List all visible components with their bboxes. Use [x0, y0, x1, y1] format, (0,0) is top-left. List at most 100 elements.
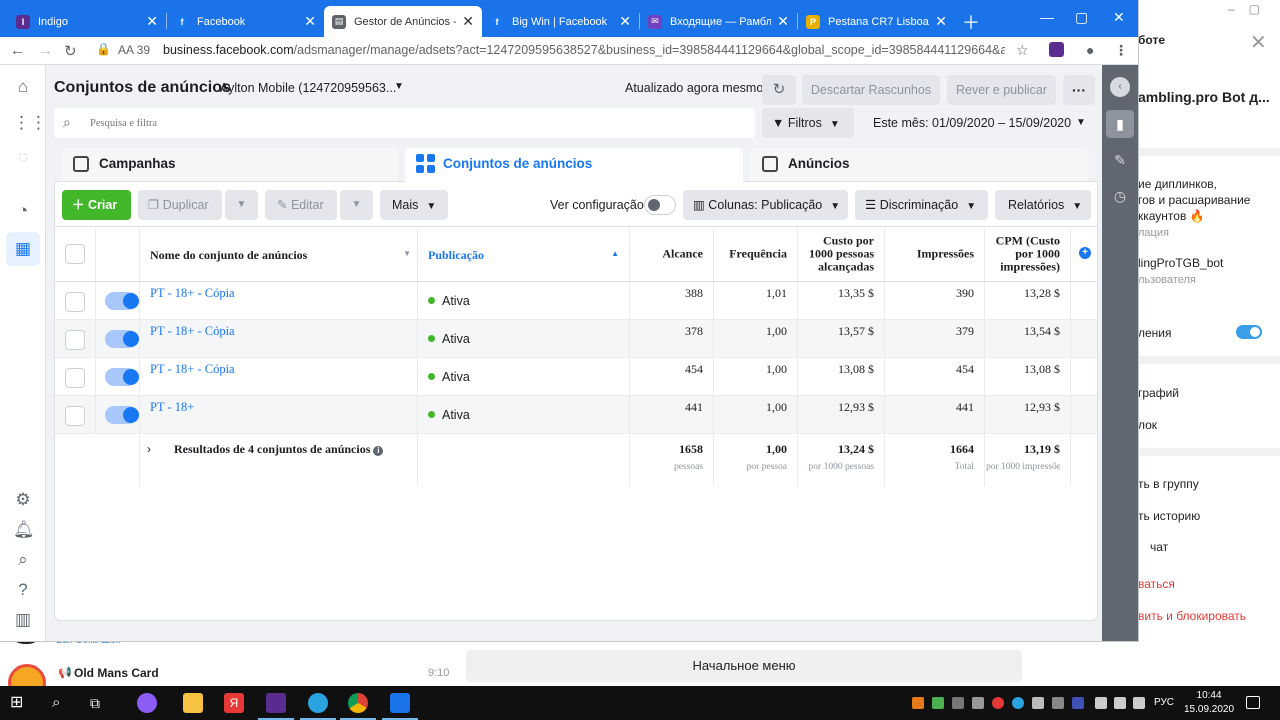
browser-tab[interactable]: I Indigo ✕	[8, 6, 166, 37]
bookmark-star-icon[interactable]: ☆	[1016, 42, 1029, 59]
tray-app-icon[interactable]	[952, 697, 964, 709]
tray-app-icon[interactable]	[972, 697, 984, 709]
windows-start-icon[interactable]: ⊞	[10, 693, 30, 713]
column-header-cost[interactable]: Custo por 1000 pessoas alcançadas	[798, 227, 885, 281]
notifications-toggle[interactable]	[1236, 325, 1262, 339]
chat-list-item[interactable]: Вы: Collb Шок 📢 Old Mans Card 9:10	[0, 628, 460, 702]
alice-assistant-icon[interactable]	[137, 693, 157, 713]
date-range-picker[interactable]: Este mês: 01/09/2020 – 15/09/2020	[873, 116, 1071, 130]
close-tab-icon[interactable]: ✕	[935, 13, 947, 30]
task-view-icon[interactable]: ⧉	[90, 693, 110, 713]
column-header-reach[interactable]: Alcance	[630, 227, 714, 281]
edit-button[interactable]: ✎ Editar	[265, 190, 337, 220]
yandex-browser-icon[interactable]: Я	[224, 693, 244, 713]
clock-icon[interactable]: ◷	[1110, 186, 1130, 206]
column-header-cpm[interactable]: CPM (Custo por 1000 impressões)	[985, 227, 1071, 281]
table-row[interactable]: PT - 18+ Ativa 441 1,00 12,93 $ 441 12,9…	[55, 396, 1097, 434]
close-tab-icon[interactable]: ✕	[462, 13, 474, 30]
tray-app-icon[interactable]	[932, 697, 944, 709]
menu-dots-icon[interactable]: ⋮	[1114, 42, 1128, 59]
dashboard-gauge-icon[interactable]: ◔	[13, 201, 33, 221]
new-tab-icon[interactable]: ＋	[962, 9, 980, 35]
ad-set-name-link[interactable]: PT - 18+ - Cópia	[150, 286, 235, 301]
input-language[interactable]: РУС	[1154, 697, 1174, 708]
clock[interactable]: 10:44 15.09.2020	[1184, 689, 1234, 717]
chrome-icon[interactable]	[340, 693, 376, 720]
site-info-label[interactable]: AA 39	[118, 43, 150, 57]
side-panel-icon[interactable]: ▥	[13, 610, 33, 630]
close-tab-icon[interactable]: ✕	[304, 13, 316, 30]
browser-tab[interactable]: P Pestana CR7 Lisboa ✕	[798, 6, 955, 37]
extension-icon[interactable]	[1049, 42, 1064, 57]
minimize-icon[interactable]: —	[1040, 9, 1054, 25]
chevron-down-icon[interactable]: ▼	[1076, 117, 1086, 128]
filters-button[interactable]: ▼ Filtros ▼	[762, 108, 854, 138]
start-menu-button[interactable]: Начальное меню	[466, 650, 1022, 682]
chevron-down-icon[interactable]: ▼	[394, 81, 404, 92]
app-icon[interactable]	[382, 693, 418, 720]
ad-set-name-link[interactable]: PT - 18+ - Cópia	[150, 324, 235, 339]
tray-app-icon[interactable]	[1032, 697, 1044, 709]
telegram-tray-icon[interactable]	[1012, 697, 1024, 709]
select-all-checkbox[interactable]	[65, 244, 85, 264]
edit-dropdown[interactable]: ▼	[340, 190, 373, 220]
settings-gear-icon[interactable]: ⚙	[13, 490, 33, 510]
ad-set-toggle[interactable]	[105, 292, 139, 310]
lock-icon[interactable]: 🔒	[96, 42, 111, 56]
volume-icon[interactable]	[1133, 697, 1145, 709]
close-tab-icon[interactable]: ✕	[146, 13, 158, 30]
refresh-button[interactable]: ↻	[762, 75, 796, 105]
search-icon[interactable]: ⌕	[52, 693, 72, 713]
row-checkbox[interactable]	[65, 406, 85, 426]
column-header-name[interactable]: Nome do conjunto de anúncios ▼	[140, 227, 418, 281]
block-and-leave-item[interactable]: вить и блокировать	[1138, 609, 1246, 623]
tab-ad-sets[interactable]: Conjuntos de anúncios	[405, 148, 743, 190]
table-row[interactable]: PT - 18+ - Cópia Ativa 454 1,00 13,08 $ …	[55, 358, 1097, 396]
close-tab-icon[interactable]: ✕	[619, 13, 631, 30]
close-tab-icon[interactable]: ✕	[777, 13, 789, 30]
create-button[interactable]: ＋ Criar	[62, 190, 131, 220]
ad-set-name-link[interactable]: PT - 18+	[150, 400, 194, 415]
column-header-delivery[interactable]: Publicação ▲	[418, 227, 630, 281]
ad-set-toggle[interactable]	[105, 406, 139, 424]
browser-tab[interactable]: f Facebook ✕	[167, 6, 324, 37]
notifications-icon[interactable]	[1246, 696, 1260, 709]
close-icon[interactable]: ✕	[1250, 30, 1267, 55]
review-publish-button[interactable]: Rever e publicar	[947, 75, 1056, 105]
network-icon[interactable]	[1114, 697, 1126, 709]
leave-item[interactable]: ваться	[1138, 577, 1175, 591]
close-window-icon[interactable]: ✕	[1113, 9, 1125, 26]
home-icon[interactable]: ⌂	[13, 77, 33, 97]
columns-button[interactable]: ▥ Colunas: Publicação ▼	[683, 190, 848, 220]
search-input[interactable]	[90, 114, 740, 132]
profile-icon[interactable]: ●	[1086, 42, 1094, 58]
row-checkbox[interactable]	[65, 292, 85, 312]
url-field[interactable]: business.facebook.com/adsmanager/manage/…	[163, 43, 1005, 57]
column-header-impressions[interactable]: Impressões	[885, 227, 985, 281]
steam-tray-icon[interactable]	[1052, 697, 1064, 709]
more-button[interactable]: Mais ▼	[380, 190, 448, 220]
notifications-bell-icon[interactable]: 🔔︎	[13, 520, 35, 540]
info-icon[interactable]: i	[373, 446, 384, 456]
add-column-icon[interactable]: +	[1079, 247, 1091, 259]
duplicate-button[interactable]: ❐ Duplicar	[138, 190, 222, 220]
telegram-icon[interactable]	[300, 693, 336, 720]
ad-set-toggle[interactable]	[105, 368, 139, 386]
battery-icon[interactable]	[1095, 697, 1107, 709]
browser-tab[interactable]: ✉ Входящие — Рамблер/ ✕	[640, 6, 797, 37]
delete-chat-item[interactable]: чат	[1150, 540, 1168, 554]
apps-grid-icon[interactable]: ⋮⋮	[13, 113, 47, 133]
table-row[interactable]: PT - 18+ - Cópia Ativa 388 1,01 13,35 $ …	[55, 282, 1097, 320]
reload-icon[interactable]: ↻	[64, 42, 77, 60]
add-to-group-item[interactable]: ть в группу	[1138, 477, 1199, 491]
bot-username[interactable]: lingProTGB_bot	[1138, 256, 1223, 270]
telegram-window-controls[interactable]: –▢	[1228, 2, 1274, 16]
block-item[interactable]: лок	[1138, 418, 1157, 432]
photos-item[interactable]: графий	[1138, 386, 1179, 400]
ads-manager-table-icon[interactable]: ▦	[6, 232, 40, 266]
duplicate-dropdown[interactable]: ▼	[225, 190, 258, 220]
reports-button[interactable]: Relatórios ▼	[995, 190, 1091, 220]
table-row[interactable]: PT - 18+ - Cópia Ativa 378 1,00 13,57 $ …	[55, 320, 1097, 358]
ad-set-toggle[interactable]	[105, 330, 139, 348]
browser-tab[interactable]: f Big Win | Facebook ✕	[482, 6, 639, 37]
